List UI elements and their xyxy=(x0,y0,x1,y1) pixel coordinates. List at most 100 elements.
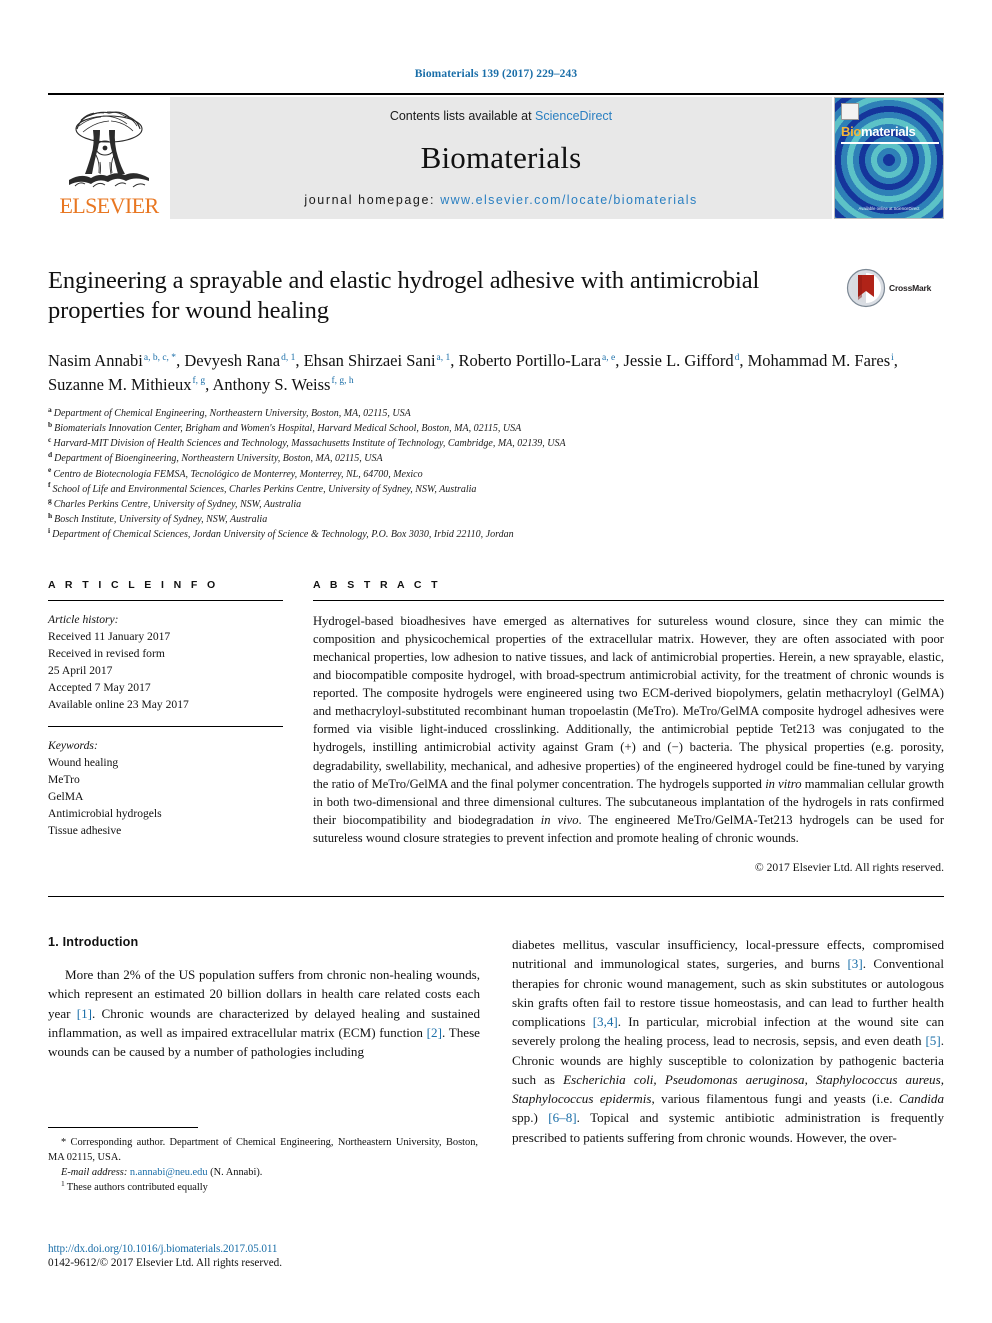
affiliation-text: Charles Perkins Centre, University of Sy… xyxy=(53,498,302,510)
contents-available-line: Contents lists available at ScienceDirec… xyxy=(390,109,612,123)
cover-rule xyxy=(841,142,939,144)
citation-link[interactable]: [6–8] xyxy=(548,1110,576,1125)
author-marks: a, e xyxy=(602,352,616,363)
affiliation-item: b Biomaterials Innovation Center, Brigham… xyxy=(48,419,944,436)
affiliation-text: Department of Chemical Sciences, Jordan … xyxy=(52,529,514,541)
affiliation-list: a Department of Chemical Engineering, Nor… xyxy=(48,404,944,543)
email-note: E-mail address: n.annabi@neu.edu (N. Ann… xyxy=(48,1165,478,1180)
affiliation-mark: d xyxy=(48,450,53,460)
contents-prefix: Contents lists available at xyxy=(389,109,536,123)
abstract-part-1: Hydrogel-based bioadhesives have emerged… xyxy=(313,613,944,791)
title-block: Engineering a sprayable and elastic hydr… xyxy=(48,266,944,330)
author-name: Jessie L. Gifford xyxy=(623,351,734,370)
body-column-right: diabetes mellitus, vascular insufficienc… xyxy=(512,935,944,1147)
author-name: Mohammad M. Fares xyxy=(747,351,891,370)
affiliation-text: Centro de Biotecnología FEMSA, Tecnológi… xyxy=(53,468,423,480)
paper-page: Biomaterials 139 (2017) 229–243 ELSEVIER… xyxy=(0,0,992,1323)
intro-right-part-6: spp.) xyxy=(512,1110,549,1126)
section-divider xyxy=(48,896,944,898)
intro-right-italic-2: Candida xyxy=(898,1091,945,1107)
cover-title-bio: Bio xyxy=(841,124,862,139)
affiliation-mark: a xyxy=(48,404,52,414)
affiliation-item: d Department of Bioengineering, Northeast… xyxy=(48,451,944,466)
journal-title: Biomaterials xyxy=(420,140,582,175)
abstract-text: Hydrogel-based bioadhesives have emerged… xyxy=(313,601,944,848)
doi-link[interactable]: http://dx.doi.org/10.1016/j.biomaterials… xyxy=(48,1243,488,1255)
intro-left-part-2: . Chronic wounds are characterized by de… xyxy=(48,1005,480,1040)
elsevier-wordmark: ELSEVIER xyxy=(59,193,159,218)
author-marks: a, 1 xyxy=(436,352,451,363)
author-list: Nasim Annabia, b, c, *, Devyesh Ranad, 1… xyxy=(48,351,898,394)
author-name: Ehsan Shirzaei Sani xyxy=(303,351,436,370)
cover-title-materials: materials xyxy=(861,124,916,139)
crossmark-badge[interactable]: CrossMark xyxy=(846,266,946,310)
article-history-block: Article history: Received 11 January 201… xyxy=(48,601,283,713)
affiliation-text: Department of Bioengineering, Northeaste… xyxy=(54,453,383,465)
doi-block: http://dx.doi.org/10.1016/j.biomaterials… xyxy=(48,1243,488,1269)
citation-link[interactable]: [2] xyxy=(427,1025,442,1040)
affiliation-mark: c xyxy=(48,434,52,444)
intro-right-part-5: , various filamentous fungi and yeasts (… xyxy=(651,1091,899,1107)
elsevier-tree-icon xyxy=(69,111,149,188)
sciencedirect-link[interactable]: ScienceDirect xyxy=(535,109,612,123)
citation-link[interactable]: [1] xyxy=(77,1006,92,1021)
history-item: Available online 23 May 2017 xyxy=(48,697,189,711)
author-marks: f, g, h xyxy=(331,376,354,387)
affiliation-item: i Department of Chemical Sciences, Jordan… xyxy=(48,527,944,542)
affiliation-text: School of Life and Environmental Science… xyxy=(52,483,477,495)
affiliation-item: h Bosch Institute, University of Sydney, … xyxy=(48,512,944,527)
author-name: Nasim Annabi xyxy=(48,351,143,370)
keyword-item: Antimicrobial hydrogels xyxy=(48,806,162,820)
crossmark-icon xyxy=(846,268,886,308)
history-item: Received in revised form xyxy=(48,646,165,660)
homepage-url-link[interactable]: www.elsevier.com/locate/biomaterials xyxy=(440,193,697,207)
cover-title: Biomaterials xyxy=(841,124,916,139)
abstract-heading: A B S T R A C T xyxy=(313,578,441,591)
intro-right-part-7: . Topical and systemic antibiotic admini… xyxy=(512,1110,944,1145)
keyword-item: Wound healing xyxy=(48,755,119,769)
author-name: Suzanne M. Mithieux xyxy=(48,374,192,394)
journal-cover-thumbnail: Biomaterials Available online at Science… xyxy=(834,97,944,219)
affiliation-mark: b xyxy=(48,419,53,429)
affiliation-text: Harvard-MIT Division of Health Sciences … xyxy=(53,438,566,450)
affiliation-mark: g xyxy=(48,495,52,505)
affiliation-mark: e xyxy=(48,465,52,475)
introduction-paragraph-left: More than 2% of the US population suffer… xyxy=(48,965,480,1061)
journal-masthead: ELSEVIER Contents lists available at Sci… xyxy=(48,93,944,219)
corresponding-author-note: * Corresponding author. Department of Ch… xyxy=(48,1137,478,1164)
body-column-left: 1. Introduction More than 2% of the US p… xyxy=(48,935,480,1147)
footnote-block: * Corresponding author. Department of Ch… xyxy=(48,1127,478,1195)
history-item: Received 11 January 2017 xyxy=(48,629,171,643)
author-name: Devyesh Rana xyxy=(184,351,281,370)
keywords-label: Keywords: xyxy=(48,738,98,752)
homepage-prefix: journal homepage: xyxy=(304,193,441,207)
citation-link[interactable]: [3,4] xyxy=(593,1014,618,1029)
issn-copyright-line: 0142-9612/© 2017 Elsevier Ltd. All right… xyxy=(48,1257,283,1269)
affiliation-item: c Harvard-MIT Division of Health Sciences… xyxy=(48,436,944,451)
affiliation-item: f School of Life and Environmental Scienc… xyxy=(48,481,944,497)
author-marks: a, b, c, * xyxy=(143,352,177,363)
footnote-mark: 1 xyxy=(61,1178,65,1188)
affiliation-item: a Department of Chemical Engineering, Nor… xyxy=(48,404,944,421)
author-marks: d xyxy=(734,352,740,363)
email-suffix: (N. Annabi). xyxy=(207,1167,263,1179)
introduction-paragraph-right: diabetes mellitus, vascular insufficienc… xyxy=(512,935,944,1147)
journal-homepage-line: journal homepage: www.elsevier.com/locat… xyxy=(304,193,697,207)
affiliation-text: Biomaterials Innovation Center, Brigham … xyxy=(54,423,522,435)
affiliation-item: e Centro de Biotecnología FEMSA, Tecnológ… xyxy=(48,465,944,482)
keyword-item: MeTro xyxy=(48,772,80,786)
citation-link[interactable]: [3] xyxy=(847,956,862,971)
affiliation-text: Bosch Institute, University of Sydney, N… xyxy=(54,514,268,526)
article-info-column: A R T I C L E I N F O Article history: R… xyxy=(48,579,283,875)
abstract-italic-1: in vitro xyxy=(765,776,802,791)
keyword-item: Tissue adhesive xyxy=(48,823,122,837)
citation-link[interactable]: [5] xyxy=(925,1033,940,1048)
equal-contribution-note: 1 These authors contributed equally xyxy=(48,1180,478,1195)
keyword-item: GelMA xyxy=(48,789,84,803)
abstract-italic-2: in vivo xyxy=(540,812,579,827)
cover-elsevier-mark xyxy=(841,103,859,120)
keywords-block: Keywords: Wound healing MeTro GelMA Anti… xyxy=(48,727,283,839)
abstract-copyright: © 2017 Elsevier Ltd. All rights reserved… xyxy=(754,861,944,875)
affiliation-item: g Charles Perkins Centre, University of S… xyxy=(48,495,944,512)
email-link[interactable]: n.annabi@neu.edu xyxy=(130,1167,208,1178)
